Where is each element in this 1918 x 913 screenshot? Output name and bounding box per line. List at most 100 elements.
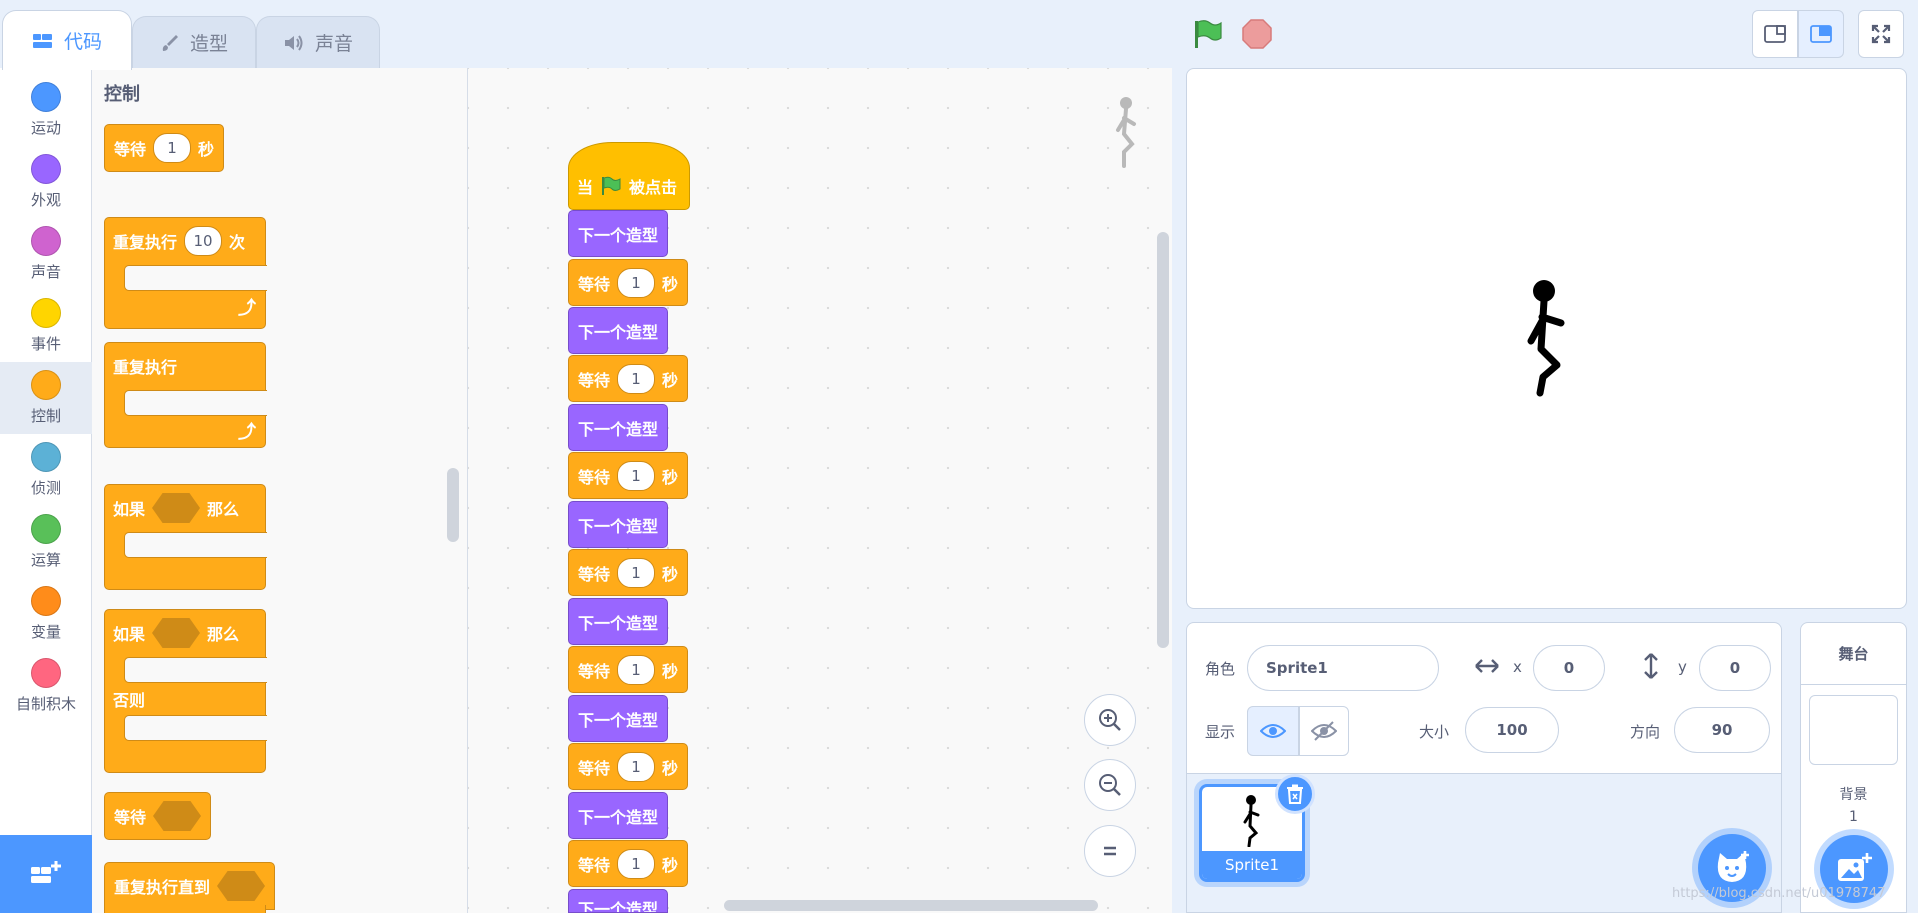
block-text: 等待: [578, 467, 611, 487]
small-stage-button[interactable]: [1752, 10, 1798, 58]
next-costume-block[interactable]: 下一个造型: [568, 307, 669, 354]
direction-input[interactable]: 90: [1674, 707, 1770, 753]
next-costume-block[interactable]: 下一个造型: [568, 210, 669, 257]
boolean-slot[interactable]: [217, 871, 266, 901]
loop-arrow-icon: ⤴: [238, 422, 256, 443]
hide-sprite-button[interactable]: [1299, 706, 1349, 756]
tab-sounds[interactable]: 声音: [256, 16, 380, 68]
next-costume-block[interactable]: 下一个造型: [568, 695, 669, 742]
block-text: 下一个造型: [578, 900, 659, 913]
wait-block[interactable]: 等待 1 秒: [568, 549, 689, 596]
large-stage-button[interactable]: [1798, 10, 1844, 58]
boolean-slot[interactable]: [152, 493, 201, 523]
block-text: 等待: [578, 855, 611, 875]
zoom-reset-button[interactable]: [1084, 825, 1136, 877]
block-text: 下一个造型: [578, 613, 659, 633]
code-icon: [32, 33, 52, 48]
stick-figure-sprite[interactable]: [1521, 279, 1575, 397]
block-number-input[interactable]: 1: [617, 460, 656, 491]
block-number-input[interactable]: 1: [617, 557, 656, 588]
delete-sprite-button[interactable]: [1275, 774, 1315, 814]
block-text: 如果: [113, 625, 146, 644]
category-label: 控制: [30, 407, 61, 425]
category-variables[interactable]: 变量: [0, 578, 92, 650]
category-looks[interactable]: 外观: [0, 146, 92, 218]
block-text: 下一个造型: [578, 710, 659, 730]
next-costume-block[interactable]: 下一个造型: [568, 889, 669, 913]
large-stage-icon: [1810, 25, 1832, 43]
wait-block[interactable]: 等待 1 秒: [568, 646, 689, 693]
category-control[interactable]: 控制: [0, 362, 92, 434]
zoom-out-button[interactable]: [1084, 759, 1136, 811]
sprite-name-input[interactable]: Sprite1: [1247, 645, 1439, 691]
green-flag-button[interactable]: [1192, 18, 1224, 54]
boolean-slot[interactable]: [153, 801, 202, 831]
category-operators[interactable]: 运算: [0, 506, 92, 578]
next-costume-block[interactable]: 下一个造型: [568, 404, 669, 451]
block-number-input[interactable]: 1: [617, 654, 656, 685]
category-label: 外观: [30, 191, 61, 209]
speaker-icon: [284, 34, 303, 51]
palette-else-label: 否则: [104, 683, 154, 715]
stop-icon: [1242, 19, 1272, 49]
block-number-input[interactable]: 1: [153, 133, 192, 163]
palette-repeat-until-block[interactable]: 重复执行直到: [104, 862, 276, 910]
block-text: 等待: [578, 564, 611, 584]
block-text: 重复执行: [113, 233, 178, 252]
zoom-in-button[interactable]: [1084, 694, 1136, 746]
block-text: 秒: [662, 370, 679, 390]
palette-repeat-header: 重复执行 10 次: [104, 217, 266, 265]
tab-costumes[interactable]: 造型: [132, 16, 256, 68]
x-input[interactable]: 0: [1533, 645, 1605, 691]
workspace-vertical-scrollbar[interactable]: [1157, 232, 1169, 648]
category-my-blocks[interactable]: 自制积木: [0, 650, 92, 722]
editor-tab-bar: 代码 造型 声音: [0, 0, 1172, 70]
workspace-horizontal-scrollbar[interactable]: [724, 900, 1098, 911]
stop-button[interactable]: [1242, 19, 1272, 53]
block-number-input[interactable]: 1: [617, 363, 656, 394]
when-flag-clicked-label: 当 被点击: [568, 164, 686, 208]
tab-code[interactable]: 代码: [2, 10, 132, 70]
wait-block[interactable]: 等待 1 秒: [568, 840, 689, 887]
block-number-input[interactable]: 1: [617, 751, 656, 782]
wait-block[interactable]: 等待 1 秒: [568, 452, 689, 499]
stage-canvas[interactable]: [1186, 68, 1907, 609]
category-events[interactable]: 事件: [0, 290, 92, 362]
wait-block[interactable]: 等待 1 秒: [568, 259, 689, 306]
category-motion[interactable]: 运动: [0, 74, 92, 146]
block-text: 秒: [198, 140, 215, 159]
backdrop-label: 背景: [1839, 787, 1868, 803]
block-text: 秒: [662, 661, 679, 681]
block-number-input[interactable]: 1: [617, 267, 656, 298]
category-sound[interactable]: 声音: [0, 218, 92, 290]
show-sprite-button[interactable]: [1247, 706, 1299, 756]
next-costume-block[interactable]: 下一个造型: [568, 501, 669, 548]
eye-icon: [1260, 724, 1286, 738]
boolean-slot[interactable]: [152, 618, 201, 648]
next-costume-block[interactable]: 下一个造型: [568, 598, 669, 645]
category-sensing[interactable]: 侦测: [0, 434, 92, 506]
next-costume-block[interactable]: 下一个造型: [568, 792, 669, 839]
palette-wait-block[interactable]: 等待 1 秒: [104, 124, 225, 172]
block-number-input[interactable]: 1: [617, 848, 656, 879]
category-label: 变量: [30, 623, 61, 641]
block-text: 等待: [578, 274, 611, 294]
category-label: 自制积木: [15, 695, 76, 713]
block-text: 如果: [113, 500, 146, 519]
y-input[interactable]: 0: [1699, 645, 1771, 691]
block-text: 被点击: [629, 178, 678, 197]
block-text: 等待: [114, 140, 147, 159]
palette-if-header: 如果 那么: [104, 484, 248, 532]
size-input[interactable]: 100: [1465, 707, 1559, 753]
wait-block[interactable]: 等待 1 秒: [568, 743, 689, 790]
add-extension-button[interactable]: [0, 835, 92, 913]
zoom-in-icon: [1099, 709, 1121, 731]
palette-wait-until-block[interactable]: 等待: [104, 792, 212, 840]
category-dot: [31, 154, 61, 184]
stage-selector-panel[interactable]: 舞台 背景 1: [1800, 622, 1907, 913]
palette-scrollbar[interactable]: [447, 468, 459, 542]
block-number-input[interactable]: 10: [184, 226, 223, 256]
tab-costumes-label: 造型: [189, 33, 228, 55]
wait-block[interactable]: 等待 1 秒: [568, 355, 689, 402]
fullscreen-button[interactable]: [1858, 10, 1904, 58]
